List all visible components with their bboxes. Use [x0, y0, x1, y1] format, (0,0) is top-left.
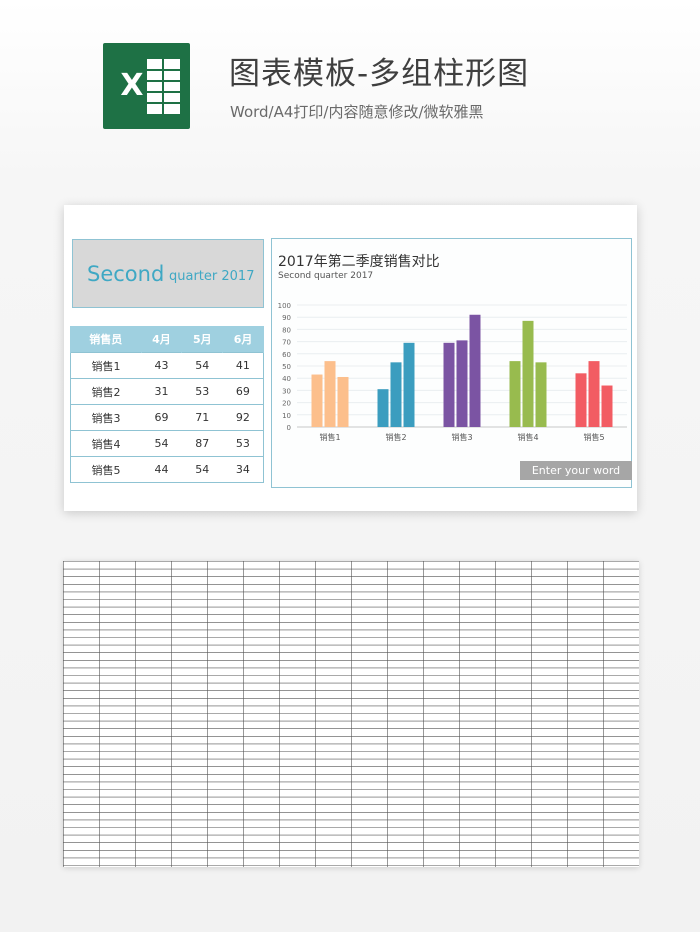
- y-tick-label: 20: [282, 400, 291, 408]
- bar: [456, 340, 468, 427]
- column-header: 4月: [140, 326, 183, 353]
- bar: [337, 376, 349, 427]
- column-header: 6月: [222, 326, 264, 353]
- bar: [443, 342, 455, 427]
- table-cell: 71: [181, 404, 223, 431]
- bar: [535, 362, 547, 427]
- bar: [601, 385, 613, 427]
- page-subtitle: Word/A4打印/内容随意修改/微软雅黑: [230, 103, 484, 121]
- table-cell: 54: [181, 352, 223, 379]
- table-cell: 54: [181, 456, 223, 483]
- sheet-graphic: [147, 59, 180, 114]
- bar: [390, 362, 402, 427]
- excel-logo-icon: X: [103, 43, 190, 129]
- y-tick-label: 10: [282, 412, 291, 420]
- y-tick-label: 40: [282, 375, 291, 383]
- table-cell: 44: [141, 456, 182, 483]
- x-tick-label: 销售2: [385, 432, 406, 442]
- table-cell: 销售1: [70, 352, 142, 379]
- y-tick-label: 30: [282, 387, 291, 395]
- table-cell: 销售2: [70, 378, 142, 405]
- y-tick-label: 70: [282, 339, 291, 347]
- table-cell: 销售3: [70, 404, 142, 431]
- table-cell: 销售4: [70, 430, 142, 457]
- title-box: Second quarter 2017: [72, 239, 264, 308]
- chart-panel: 0 10 20 30 40 50 60 70 80 90 100 销售1 销售2 销售3 销售4 销售5 20…: [271, 238, 632, 488]
- y-tick-label: 0: [287, 424, 291, 432]
- table-cell: 54: [141, 430, 182, 457]
- title-box-small: quarter 2017: [169, 269, 255, 284]
- table-cell: 43: [141, 352, 182, 379]
- column-header: 销售员: [70, 326, 142, 353]
- bar: [522, 320, 534, 427]
- table-cell: 92: [222, 404, 264, 431]
- logo-letter: X: [120, 68, 144, 103]
- chart-subtitle: Second quarter 2017: [278, 271, 374, 281]
- table-cell: 销售5: [70, 456, 142, 483]
- bar: [575, 373, 587, 427]
- y-tick-label: 100: [278, 302, 291, 310]
- title-box-big: Second: [87, 262, 165, 286]
- y-tick-label: 60: [282, 351, 291, 359]
- bar: [311, 374, 323, 427]
- bar: [403, 342, 415, 427]
- bar: [509, 361, 521, 427]
- bar: [469, 314, 481, 427]
- bar: [377, 389, 389, 427]
- blank-spreadsheet-grid: [63, 561, 639, 867]
- table-cell: 69: [222, 378, 264, 405]
- table-row: 销售1 43 54 41: [70, 352, 264, 379]
- y-tick-label: 80: [282, 326, 291, 334]
- grid-lines: [63, 561, 639, 867]
- x-tick-label: 销售5: [583, 432, 604, 442]
- column-header: 5月: [181, 326, 224, 353]
- enter-your-word-button[interactable]: Enter your word: [520, 461, 632, 480]
- page-title: 图表模板-多组柱形图: [229, 56, 530, 92]
- table-row: 销售5 44 54 34: [70, 456, 264, 483]
- y-tick-label: 50: [282, 363, 291, 371]
- table-row: 销售3 69 71 92: [70, 404, 264, 431]
- sales-table: 销售员 4月 5月 6月 销售1 43 54 41 销售2 31 53 69 销…: [70, 326, 264, 483]
- table-cell: 87: [181, 430, 223, 457]
- table-row: 销售2 31 53 69: [70, 378, 264, 405]
- table-cell: 53: [181, 378, 223, 405]
- bar: [588, 361, 600, 427]
- table-cell: 31: [141, 378, 182, 405]
- x-tick-label: 销售3: [451, 432, 472, 442]
- x-tick-label: 销售4: [517, 432, 538, 442]
- chart-title: 2017年第二季度销售对比: [278, 254, 440, 270]
- bar: [324, 361, 336, 427]
- table-header-row: 销售员 4月 5月 6月: [70, 326, 264, 353]
- x-tick-label: 销售1: [319, 432, 340, 442]
- y-tick-label: 90: [282, 314, 291, 322]
- template-card: Second quarter 2017 销售员 4月 5月 6月 销售1 43 …: [64, 205, 637, 511]
- table-cell: 53: [222, 430, 264, 457]
- table-cell: 69: [141, 404, 182, 431]
- table-row: 销售4 54 87 53: [70, 430, 264, 457]
- table-cell: 34: [222, 456, 264, 483]
- table-cell: 41: [222, 352, 264, 379]
